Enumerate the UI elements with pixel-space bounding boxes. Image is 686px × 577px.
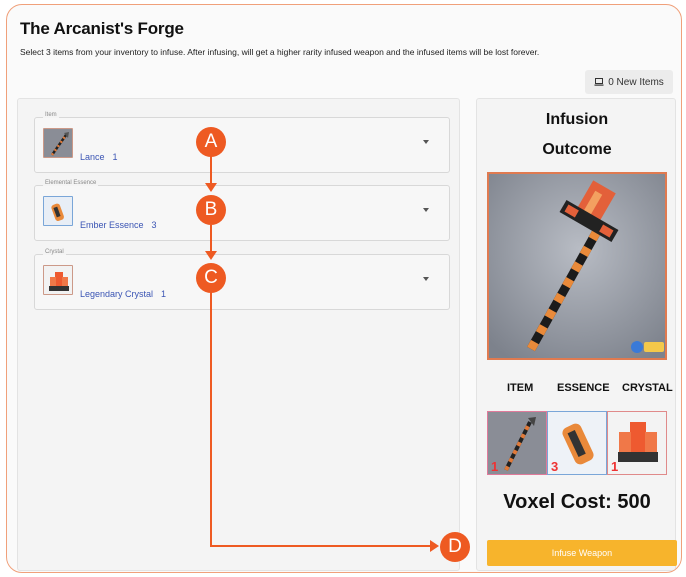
essence-name: Ember Essence — [80, 220, 144, 230]
annotation-badge-c: C — [196, 263, 226, 293]
annotation-badge-b: B — [196, 195, 226, 225]
item-column-label: ITEM — [507, 382, 534, 394]
outcome-title-line1: Infusion — [545, 111, 609, 128]
chevron-down-icon — [423, 140, 429, 144]
essence-count: 3 — [551, 459, 559, 474]
crystal-select-legend: Crystal — [43, 249, 66, 255]
ingredient-thumbnails: 1 3 1 — [487, 411, 667, 475]
essence-column-label: ESSENCE — [557, 382, 610, 394]
outcome-title-line2: Outcome — [542, 141, 612, 158]
voxel-cost: Voxel Cost: 500 — [503, 491, 651, 513]
chevron-down-icon — [423, 208, 429, 212]
item-qty: 1 — [112, 152, 118, 162]
crystal-qty: 1 — [161, 289, 167, 299]
crystal-count: 1 — [611, 459, 619, 474]
essence-select-value: Ember Essence 3 — [80, 220, 157, 230]
infuse-weapon-button[interactable]: Infuse Weapon — [487, 540, 677, 566]
outcome-weapon-image — [487, 172, 667, 360]
outcome-panel: Infusion Outcome ITEM ESSENCE CRYSTAL 1 … — [476, 98, 677, 571]
item-thumb: 1 — [487, 411, 547, 475]
lance-thumbnail — [43, 128, 73, 158]
item-select-legend: Item — [43, 112, 59, 118]
forge-window: The Arcanist's Forge Select 3 items from… — [6, 4, 682, 573]
page-subtitle: Select 3 items from your inventory to in… — [20, 47, 540, 57]
legendary-crystal-thumbnail — [43, 265, 73, 295]
selection-panel: Item Lance 1 Elemental Essence Ember Ess… — [17, 98, 460, 571]
essence-select-legend: Elemental Essence — [43, 180, 99, 186]
annotation-badge-d: D — [440, 532, 470, 562]
item-select-value: Lance 1 — [80, 152, 118, 162]
crystal-thumb: 1 — [607, 411, 667, 475]
item-select[interactable]: Item Lance 1 — [34, 112, 450, 173]
essence-select[interactable]: Elemental Essence Ember Essence 3 — [34, 180, 450, 241]
laptop-icon — [594, 78, 604, 86]
new-items-label: 0 New Items — [608, 76, 664, 88]
ember-essence-thumbnail — [43, 196, 73, 226]
chevron-down-icon — [423, 277, 429, 281]
new-items-button[interactable]: 0 New Items — [585, 70, 673, 94]
item-name: Lance — [80, 152, 105, 162]
essence-thumb: 3 — [547, 411, 607, 475]
item-count: 1 — [491, 459, 499, 474]
page-title: The Arcanist's Forge — [20, 19, 184, 38]
crystal-name: Legendary Crystal — [80, 289, 154, 299]
crystal-select[interactable]: Crystal Legendary Crystal 1 — [34, 249, 450, 310]
essence-qty: 3 — [151, 220, 157, 230]
crystal-select-value: Legendary Crystal 1 — [80, 289, 166, 299]
annotation-badge-a: A — [196, 127, 226, 157]
crystal-column-label: CRYSTAL — [622, 382, 673, 394]
